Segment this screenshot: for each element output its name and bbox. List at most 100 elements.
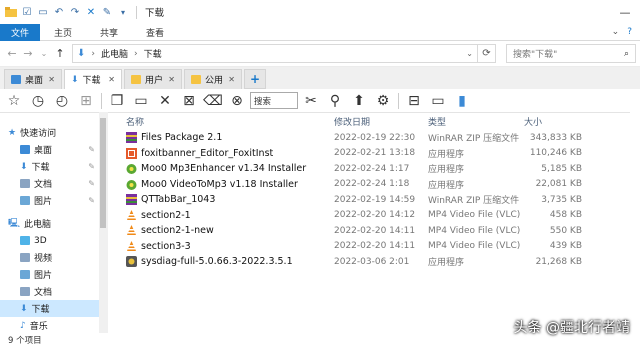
up-button[interactable]: ↑	[52, 47, 68, 60]
pane-icon[interactable]: ⊟	[403, 91, 425, 111]
pin-icon[interactable]: ✎	[88, 196, 95, 205]
file-list-scrollbar[interactable]	[630, 112, 640, 333]
close-icon[interactable]: ✕	[108, 75, 115, 84]
pin-icon[interactable]: ✎	[88, 145, 95, 154]
redo-icon[interactable]: ↷	[68, 5, 82, 19]
sidebar-item-documents-pc[interactable]: 文档	[0, 283, 107, 300]
address-dropdown-icon[interactable]: ⌄	[466, 49, 473, 58]
tab-view[interactable]: 查看	[132, 26, 178, 39]
table-row[interactable]: sysdiag-full-5.0.66.3-2022.3.5.1 2022-03-…	[108, 254, 640, 270]
sidebar-item-pictures-pc[interactable]: 图片	[0, 266, 107, 283]
column-size[interactable]: 大小	[524, 115, 582, 128]
column-type[interactable]: 类型	[428, 115, 524, 128]
folder-tab-desktop[interactable]: 桌面 ✕	[4, 69, 62, 89]
search-input[interactable]: 搜索"下载" ⌕	[506, 44, 636, 63]
scissors-icon[interactable]: ✂	[300, 91, 322, 111]
details-pane-icon[interactable]: ▮	[451, 91, 473, 111]
tab-share[interactable]: 共享	[86, 26, 132, 39]
breadcrumb-downloads[interactable]: 下载	[144, 47, 162, 60]
close-icon[interactable]: ✕	[228, 75, 235, 84]
pin-icon[interactable]: ✎	[88, 179, 95, 188]
preview-pane-icon[interactable]: ▭	[427, 91, 449, 111]
up-arrow-icon[interactable]: ⬆	[348, 91, 370, 111]
sidebar-item-3d[interactable]: 3D	[0, 232, 107, 249]
file-size: 22,081 KB	[535, 179, 582, 190]
properties-icon[interactable]: ☑	[20, 5, 34, 19]
address-bar[interactable]: ⬇ › 此电脑 › 下载 ⌄	[72, 44, 478, 63]
back-button[interactable]: ←	[4, 47, 20, 60]
sidebar-item-documents[interactable]: 文档 ✎	[0, 175, 107, 192]
windows-icon[interactable]: ⊞	[75, 91, 97, 111]
sidebar-item-label: 图片	[34, 197, 53, 207]
folder-tab-downloads[interactable]: ⬇ 下载 ✕	[64, 69, 122, 89]
file-date: 2022-02-20 14:11	[334, 225, 416, 236]
sidebar-item-desktop[interactable]: 桌面 ✎	[0, 141, 107, 158]
close-right-icon[interactable]: ⊗	[226, 91, 248, 111]
table-row[interactable]: section2-1-new 2022-02-20 14:11 MP4 Video …	[108, 223, 640, 239]
pin-icon[interactable]: ✎	[88, 162, 95, 171]
table-row[interactable]: section3-3 2022-02-20 14:11 MP4 Video File…	[108, 239, 640, 255]
download-icon: ⬇	[20, 161, 28, 172]
sidebar-item-videos[interactable]: 视频	[0, 249, 107, 266]
sidebar-this-pc[interactable]: 🖳 此电脑	[0, 215, 107, 232]
refresh-button[interactable]: ⟳	[478, 44, 496, 63]
minimize-button[interactable]: —	[614, 6, 636, 19]
sidebar-item-downloads[interactable]: ⬇ 下载 ✎	[0, 158, 107, 175]
history-icon[interactable]: ◴	[51, 91, 73, 111]
clock-icon[interactable]: ◷	[27, 91, 49, 111]
watermark: 头条 @疆北行者靖	[513, 320, 630, 336]
file-date: 2022-02-20 14:11	[334, 241, 416, 252]
installer-icon	[126, 179, 137, 190]
chevron-down-icon[interactable]: ▾	[116, 5, 130, 19]
close-left-icon[interactable]: ⌫	[202, 91, 224, 111]
tab-home[interactable]: 主页	[40, 26, 86, 39]
sidebar-item-music[interactable]: ♪ 音乐	[0, 317, 107, 333]
close-window-icon[interactable]: ⊠	[178, 91, 200, 111]
undo-icon[interactable]: ↶	[52, 5, 66, 19]
file-size: 3,735 KB	[541, 194, 582, 205]
navigation-pane: ★ 快速访问 桌面 ✎ ⬇ 下载 ✎ 文档 ✎ 图片 ✎ 🖳 此电脑 3D 视频…	[0, 112, 108, 333]
sidebar-item-downloads-pc[interactable]: ⬇ 下载	[0, 300, 107, 317]
rename-icon[interactable]: ✎	[100, 5, 114, 19]
table-row[interactable]: section2-1 2022-02-20 14:12 MP4 Video File…	[108, 208, 640, 224]
recent-locations-icon[interactable]: ⌄	[36, 49, 52, 58]
breadcrumb-this-pc[interactable]: 此电脑	[101, 47, 128, 60]
sidebar-item-label: 快速访问	[20, 129, 57, 139]
close-icon[interactable]: ✕	[154, 91, 176, 111]
folder-icon	[131, 75, 141, 84]
folder-tab-public[interactable]: 公用 ✕	[184, 69, 242, 89]
file-name: section2-1-new	[141, 225, 214, 237]
table-row[interactable]: foxitbanner_Editor_FoxitInst 2022-02-21 1…	[108, 146, 640, 162]
new-folder-icon[interactable]: ▭	[36, 5, 50, 19]
gear-icon[interactable]: ⚙	[372, 91, 394, 111]
folder-tab-users[interactable]: 用户 ✕	[124, 69, 182, 89]
paperclip-icon[interactable]: ⚲	[324, 91, 346, 111]
nav-scrollbar[interactable]	[99, 112, 107, 333]
delete-icon[interactable]: ✕	[84, 5, 98, 19]
column-date[interactable]: 修改日期	[334, 115, 428, 128]
tab-file[interactable]: 文件	[0, 23, 40, 41]
file-name-cell: Moo0 VideoToMp3 v1.18 Installer	[126, 179, 334, 190]
window-title: 下载	[145, 8, 165, 19]
new-tab-button[interactable]: +	[244, 69, 266, 89]
nav-scrollbar-thumb[interactable]	[100, 118, 106, 228]
table-row[interactable]: Files Package 2.1 2022-02-19 22:30 WinRAR …	[108, 130, 640, 146]
close-icon[interactable]: ✕	[48, 75, 55, 84]
breadcrumb-separator-icon[interactable]: ›	[134, 49, 138, 59]
sidebar-quick-access[interactable]: ★ 快速访问	[0, 124, 107, 141]
forward-button[interactable]: →	[20, 47, 36, 60]
column-name[interactable]: 名称	[126, 115, 334, 128]
toolbar-search-box[interactable]: 搜索	[250, 92, 298, 109]
sidebar-item-pictures[interactable]: 图片 ✎	[0, 192, 107, 209]
table-row[interactable]: Moo0 Mp3Enhancer v1.34 Installer 2022-02-…	[108, 161, 640, 177]
breadcrumb-separator-icon[interactable]: ›	[91, 49, 95, 59]
table-row[interactable]: Moo0 VideoToMp3 v1.18 Installer 2022-02-2…	[108, 177, 640, 193]
close-icon[interactable]: ✕	[168, 75, 175, 84]
star-icon[interactable]: ☆	[3, 91, 25, 111]
help-icon[interactable]: ?	[627, 27, 632, 37]
copy-window-icon[interactable]: ❐	[106, 91, 128, 111]
table-row[interactable]: QTTabBar_1043 2022-02-19 14:59 WinRAR ZIP …	[108, 192, 640, 208]
cascade-icon[interactable]: ▭	[130, 91, 152, 111]
file-name: sysdiag-full-5.0.66.3-2022.3.5.1	[141, 256, 293, 268]
expand-ribbon-icon[interactable]: ⌄	[612, 27, 620, 37]
